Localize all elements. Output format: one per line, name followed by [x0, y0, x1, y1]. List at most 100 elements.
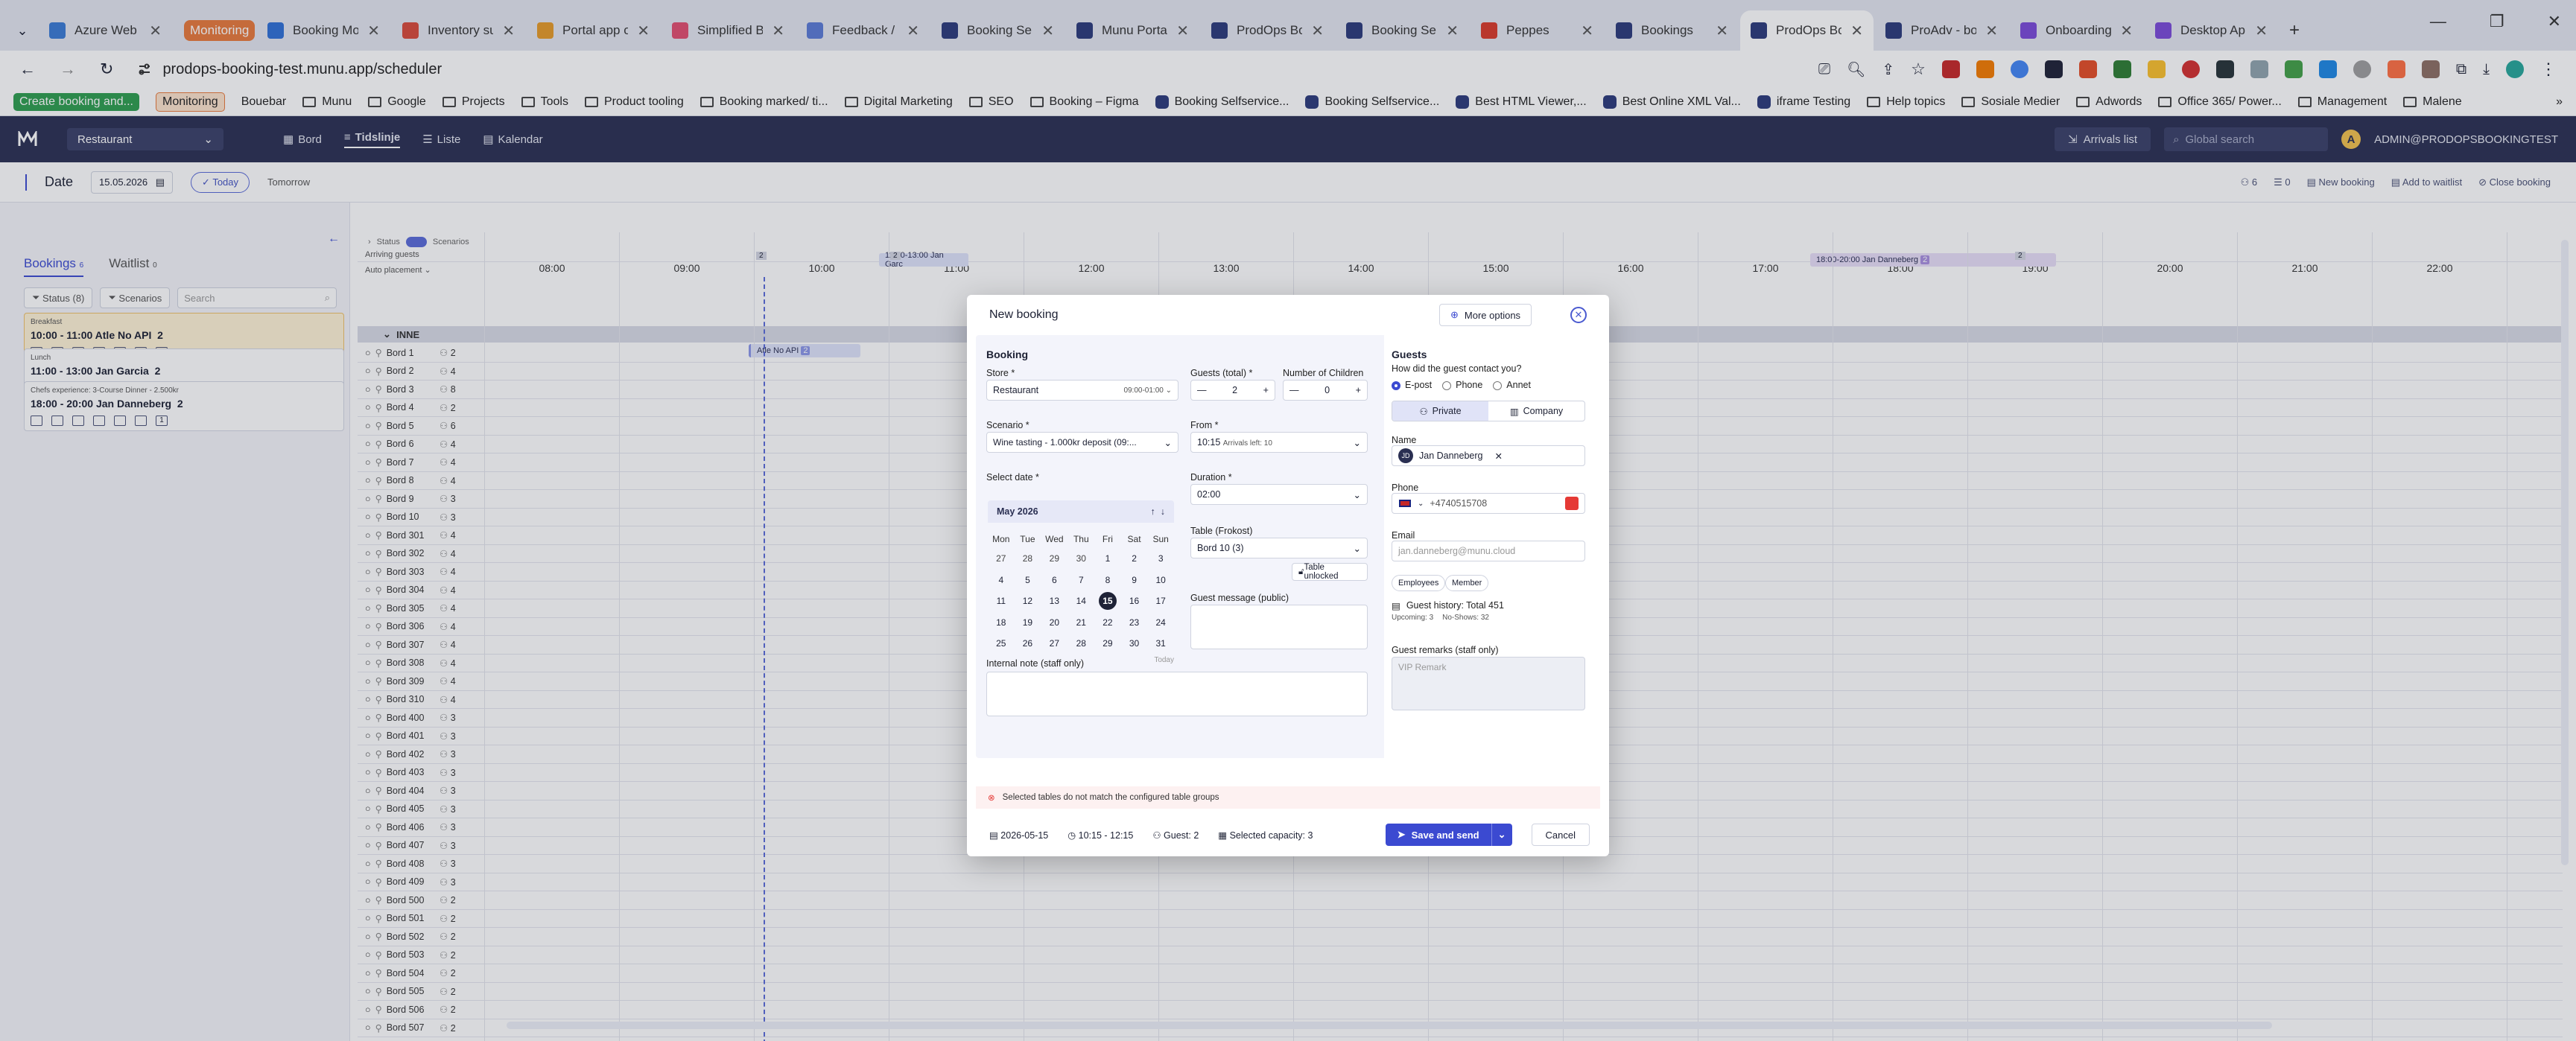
save-options-dropdown[interactable]: ⌄: [1491, 824, 1512, 846]
minus-icon[interactable]: —: [1197, 385, 1207, 395]
cast-icon[interactable]: ⎚: [1818, 61, 1830, 78]
calendar-day[interactable]: 3: [1147, 548, 1174, 570]
status-circle-icon[interactable]: ○: [365, 603, 371, 614]
status-circle-icon[interactable]: ○: [365, 840, 371, 850]
status-circle-icon[interactable]: ○: [365, 421, 371, 431]
browser-tab[interactable]: Booking Selfse✕: [1336, 10, 1469, 51]
forward-icon[interactable]: →: [60, 60, 76, 79]
waitlist-count[interactable]: ☰ 0: [2274, 176, 2291, 188]
status-circle-icon[interactable]: ○: [365, 384, 371, 395]
extension-icon[interactable]: [1976, 60, 1994, 78]
browser-tab[interactable]: ProAdv - book✕: [1875, 10, 2008, 51]
vertical-scrollbar[interactable]: [2561, 240, 2569, 865]
company-option[interactable]: ▥ Company: [1488, 401, 1584, 421]
tab-search-icon[interactable]: ⌄: [12, 10, 33, 51]
bookmark-item[interactable]: SEO: [968, 95, 1014, 109]
status-filter-button[interactable]: ⏷ Status (8): [24, 287, 93, 308]
calendar-day[interactable]: 20: [1041, 612, 1067, 634]
browser-tab[interactable]: ProdOps Book✕: [1201, 10, 1334, 51]
new-tab-icon[interactable]: +: [2280, 10, 2309, 51]
status-circle-icon[interactable]: ○: [365, 767, 371, 777]
reload-icon[interactable]: ↻: [100, 60, 113, 79]
status-circle-icon[interactable]: ○: [365, 786, 371, 796]
extension-icon[interactable]: [2078, 60, 2097, 78]
chevron-right-icon[interactable]: ›: [368, 238, 371, 246]
close-tab-icon[interactable]: ✕: [1716, 22, 1728, 40]
bookmark-item[interactable]: Digital Marketing: [844, 95, 953, 109]
calendar-day[interactable]: 13: [1041, 590, 1067, 612]
calendar-day[interactable]: 30: [1121, 633, 1148, 655]
email-field[interactable]: jan.danneberg@munu.cloud: [1392, 541, 1585, 561]
guests-stepper[interactable]: —2 +: [1190, 380, 1275, 401]
scenario-select[interactable]: Wine tasting - 1.000kr deposit (09:... ⌄: [986, 432, 1178, 453]
calendar-day[interactable]: 12: [1015, 590, 1041, 612]
calendar-day[interactable]: 11: [988, 590, 1015, 612]
status-circle-icon[interactable]: ○: [365, 913, 371, 923]
extension-icon[interactable]: [2044, 60, 2063, 78]
close-tab-icon[interactable]: ✕: [1446, 22, 1459, 40]
browser-tab[interactable]: Desktop App ✕: [2145, 10, 2278, 51]
tab-waitlist[interactable]: Waitlist 0: [109, 256, 156, 277]
private-option[interactable]: ⚇ Private: [1392, 401, 1488, 421]
status-circle-icon[interactable]: ○: [365, 859, 371, 869]
browser-tab[interactable]: Portal app ove✕: [527, 10, 660, 51]
bookmark-item[interactable]: Sosiale Medier: [1961, 95, 2060, 109]
tag-member[interactable]: Member: [1445, 575, 1489, 591]
store-select[interactable]: Restaurant ⌄: [67, 128, 223, 150]
status-circle-icon[interactable]: ○: [365, 348, 371, 358]
nav-kalendar[interactable]: ▤ Kalendar: [483, 131, 542, 148]
table-row[interactable]: ○ ⚲ Bord 505 ⚇ 2: [358, 983, 2563, 1001]
table-row[interactable]: ○ ⚲ Bord 408 ⚇ 3: [358, 855, 2563, 873]
browser-tab[interactable]: Booking Moni✕: [257, 10, 390, 51]
calendar-day[interactable]: 31: [1147, 633, 1174, 655]
duration-select[interactable]: 02:00 ⌄: [1190, 484, 1368, 505]
table-row[interactable]: ○ ⚲ Bord 500 ⚇ 2: [358, 891, 2563, 910]
status-circle-icon[interactable]: ○: [365, 968, 371, 978]
close-tab-icon[interactable]: ✕: [502, 22, 515, 40]
children-stepper[interactable]: —0 +: [1283, 380, 1368, 401]
calendar-day[interactable]: 1: [1094, 548, 1121, 570]
calendar-day[interactable]: 8: [1094, 570, 1121, 591]
close-tab-icon[interactable]: ✕: [1176, 22, 1189, 40]
browser-tab[interactable]: Booking Selfse✕: [931, 10, 1065, 51]
status-circle-icon[interactable]: ○: [365, 1022, 371, 1033]
more-bookmarks-icon[interactable]: »: [2556, 95, 2563, 109]
browser-tab[interactable]: Peppes ✕: [1471, 10, 1604, 51]
plus-icon[interactable]: +: [1356, 385, 1361, 395]
bookmark-item[interactable]: Booking Selfservice...: [1305, 95, 1439, 109]
calendar-day[interactable]: 15: [1094, 590, 1121, 612]
nav-tidslinje[interactable]: ≡ Tidslinje: [343, 131, 401, 148]
bookmark-item[interactable]: Munu: [302, 95, 352, 109]
bookmark-item[interactable]: Help topics: [1867, 95, 1945, 109]
status-circle-icon[interactable]: ○: [365, 567, 371, 577]
status-circle-icon[interactable]: ○: [365, 822, 371, 833]
download-icon[interactable]: ⤓: [2483, 61, 2490, 78]
phone-field[interactable]: ⌄ +4740515708: [1392, 493, 1585, 514]
booking-bar[interactable]: Atle No API 2: [749, 344, 860, 357]
horizontal-scrollbar[interactable]: [507, 1022, 2272, 1029]
contact-phone-radio[interactable]: Phone: [1442, 380, 1482, 390]
nav-bord[interactable]: ▦ Bord: [283, 131, 322, 148]
arrow-down-icon[interactable]: ↓: [1161, 506, 1165, 517]
table-row[interactable]: ○ ⚲ Bord 506 ⚇ 2: [358, 1001, 2563, 1019]
calendar-day[interactable]: 9: [1121, 570, 1148, 591]
calendar-day[interactable]: 30: [1068, 548, 1095, 570]
flag-icon[interactable]: [93, 416, 105, 426]
calendar-day[interactable]: 2: [1121, 548, 1148, 570]
extensions-puzzle-icon[interactable]: ⧉: [2456, 61, 2466, 78]
status-circle-icon[interactable]: ○: [365, 621, 371, 631]
global-search-input[interactable]: ⌕ Global search: [2164, 127, 2329, 151]
card-icon[interactable]: [51, 416, 63, 426]
status-circle-icon[interactable]: ○: [365, 676, 371, 687]
bookmark-item[interactable]: Office 365/ Power...: [2158, 95, 2282, 109]
site-info-icon[interactable]: [137, 62, 152, 77]
browser-tab[interactable]: Onboarding | ✕: [2010, 10, 2143, 51]
table-row[interactable]: ○ ⚲ Bord 504 ⚇ 2: [358, 964, 2563, 983]
status-circle-icon[interactable]: ○: [365, 932, 371, 942]
status-circle-icon[interactable]: ○: [365, 475, 371, 486]
calendar-day[interactable]: 6: [1041, 570, 1067, 591]
plus-icon[interactable]: +: [1263, 385, 1269, 395]
extension-icon[interactable]: [2181, 60, 2200, 78]
arrivals-list-button[interactable]: ⇲ Arrivals list: [2054, 127, 2151, 151]
calendar-day[interactable]: 17: [1147, 590, 1174, 612]
